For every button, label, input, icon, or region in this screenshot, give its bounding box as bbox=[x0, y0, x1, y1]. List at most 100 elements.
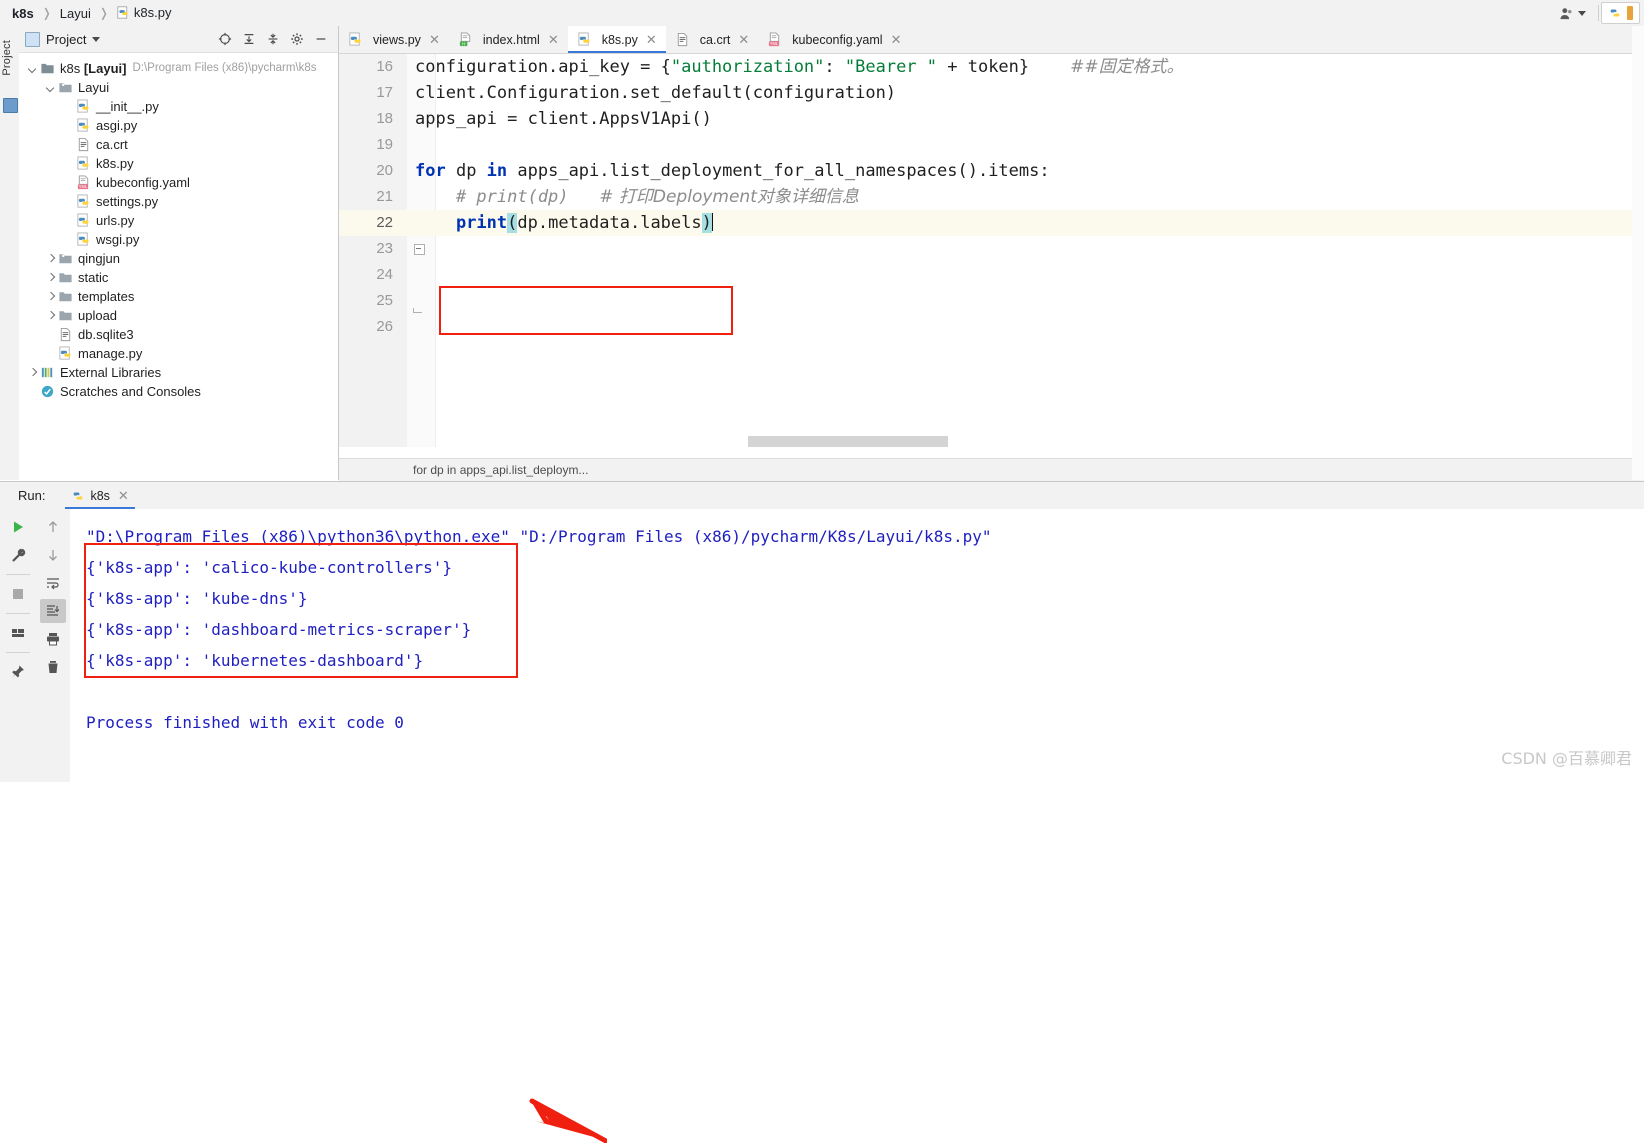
breadcrumb-item-k8s[interactable]: k8s bbox=[10, 6, 36, 21]
close-icon[interactable]: ✕ bbox=[891, 32, 902, 48]
fold-collapse-marker[interactable] bbox=[414, 244, 425, 255]
hide-icon[interactable] bbox=[314, 32, 328, 46]
code-lines: 16 configuration.api_key = {"authorizatio… bbox=[339, 54, 1644, 340]
editor-tab-index-html[interactable]: Hindex.html ✕ bbox=[449, 26, 568, 53]
code-token: configuration.api_key = { bbox=[415, 57, 671, 77]
editor-tab-k8s-py[interactable]: k8s.py ✕ bbox=[567, 26, 666, 53]
code-token: ( bbox=[507, 213, 518, 233]
tree-item-k8s-py[interactable]: k8s.py bbox=[19, 154, 338, 173]
chevron-right-icon[interactable] bbox=[45, 253, 56, 264]
locate-target-icon[interactable] bbox=[218, 32, 232, 46]
tree-item-qingjun[interactable]: qingjun bbox=[19, 249, 338, 268]
tree-item-asgi-py[interactable]: asgi.py bbox=[19, 116, 338, 135]
tree-item--init-py[interactable]: __init__.py bbox=[19, 97, 338, 116]
chevron-down-icon bbox=[1578, 10, 1586, 16]
tree-item-kubeconfig-yaml[interactable]: YML kubeconfig.yaml bbox=[19, 173, 338, 192]
editor-horizontal-scrollbar[interactable] bbox=[435, 436, 1644, 447]
layout-icon[interactable] bbox=[5, 621, 31, 645]
tree-item-manage-py[interactable]: manage.py bbox=[19, 344, 338, 363]
pin-icon[interactable] bbox=[5, 660, 31, 684]
line-number: 20 bbox=[376, 162, 393, 179]
scrollbar-thumb[interactable] bbox=[748, 436, 948, 447]
tree-item-wsgi-py[interactable]: wsgi.py bbox=[19, 230, 338, 249]
code-line-26: 26 bbox=[339, 314, 1644, 340]
tree-item-label: manage.py bbox=[78, 346, 143, 361]
close-icon[interactable]: ✕ bbox=[548, 32, 559, 48]
line-number: 24 bbox=[376, 266, 393, 283]
editor-tab-kubeconfig-yaml[interactable]: YML kubeconfig.yaml ✕ bbox=[758, 26, 910, 53]
chevron-right-icon[interactable] bbox=[45, 291, 56, 302]
line-number: 23 bbox=[376, 240, 393, 257]
code-token: # 打印Deployment对象详细信息 bbox=[599, 187, 859, 207]
code-token: print bbox=[455, 213, 508, 233]
tab-run-k8s[interactable]: k8s ✕ bbox=[65, 482, 136, 509]
user-account-button[interactable] bbox=[1549, 6, 1596, 21]
folder-module-icon bbox=[40, 61, 55, 76]
tree-item-k8s[interactable]: k8s [Layui] D:\Program Files (x86)\pychar… bbox=[19, 59, 338, 78]
console-output[interactable]: "D:\Program Files (x86)\python36\python.… bbox=[70, 509, 1644, 782]
editor-tab-ca-crt[interactable]: ca.crt ✕ bbox=[666, 26, 758, 53]
gear-icon[interactable] bbox=[290, 32, 304, 46]
project-icon bbox=[3, 98, 18, 113]
line-content: apps_api = client.AppsV1Api() bbox=[415, 106, 712, 132]
scroll-to-end-icon[interactable] bbox=[39, 599, 66, 623]
tree-item-layui[interactable]: Layui bbox=[19, 78, 338, 97]
code-line-25: 25 bbox=[339, 288, 1644, 314]
yaml-file-icon: YML bbox=[76, 175, 91, 190]
tree-item-label: k8s.py bbox=[96, 156, 134, 171]
print-icon[interactable] bbox=[40, 627, 66, 651]
pycharm-window: k8s ❭ Layui ❭ k8s.py Project Project k8s… bbox=[0, 0, 1644, 1143]
tree-item-external-libraries[interactable]: External Libraries bbox=[19, 363, 338, 382]
tree-item-upload[interactable]: upload bbox=[19, 306, 338, 325]
trash-icon[interactable] bbox=[40, 655, 66, 679]
arrow-up-icon[interactable] bbox=[40, 515, 66, 539]
chevron-right-icon[interactable] bbox=[45, 272, 56, 283]
chevron-down-icon[interactable] bbox=[45, 82, 56, 93]
wrench-settings-icon[interactable] bbox=[5, 543, 31, 567]
breadcrumb-item-layui[interactable]: Layui bbox=[58, 6, 93, 21]
chevron-down-icon[interactable] bbox=[92, 36, 101, 42]
arrow-down-icon[interactable] bbox=[40, 543, 66, 567]
run-toolbar-left-column bbox=[0, 509, 35, 782]
sidebar-item-project[interactable]: Project bbox=[1, 40, 17, 76]
chevron-down-icon[interactable] bbox=[27, 63, 38, 74]
tree-item-static[interactable]: static bbox=[19, 268, 338, 287]
tree-item-urls-py[interactable]: urls.py bbox=[19, 211, 338, 230]
editor-tab-label: ca.crt bbox=[699, 32, 731, 47]
tree-item-ca-crt[interactable]: ca.crt bbox=[19, 135, 338, 154]
collapse-all-icon[interactable] bbox=[266, 32, 280, 46]
rerun-icon[interactable] bbox=[5, 515, 31, 539]
tree-item-db-sqlite3[interactable]: db.sqlite3 bbox=[19, 325, 338, 344]
run-configuration-selector[interactable] bbox=[1601, 2, 1640, 24]
close-icon[interactable]: ✕ bbox=[118, 488, 129, 504]
chevron-right-icon[interactable] bbox=[27, 367, 38, 378]
breadcrumb-item-k8s-py[interactable]: k8s.py bbox=[115, 5, 174, 22]
tree-item-label: upload bbox=[78, 308, 118, 323]
close-icon[interactable]: ✕ bbox=[738, 32, 749, 48]
close-icon[interactable]: ✕ bbox=[646, 32, 657, 48]
code-line-18: 18 apps_api = client.AppsV1Api() bbox=[339, 106, 1644, 132]
close-icon[interactable]: ✕ bbox=[429, 32, 440, 48]
line-content: client.Configuration.set_default(configu… bbox=[415, 80, 896, 106]
code-editor[interactable]: 16 configuration.api_key = {"authorizatio… bbox=[339, 54, 1644, 481]
tree-item-templates[interactable]: templates bbox=[19, 287, 338, 306]
tree-item-scratches-and-consoles[interactable]: Scratches and Consoles bbox=[19, 382, 338, 401]
chevron-right-icon[interactable] bbox=[45, 310, 56, 321]
divider bbox=[1598, 5, 1599, 21]
run-panel-header: Run: k8s ✕ bbox=[0, 482, 1644, 510]
editor-tab-views-py[interactable]: views.py ✕ bbox=[339, 26, 449, 53]
line-number: 17 bbox=[376, 84, 393, 101]
stop-icon[interactable] bbox=[5, 582, 31, 606]
soft-wrap-icon[interactable] bbox=[40, 571, 66, 595]
editor-vertical-scrollbar[interactable] bbox=[1632, 26, 1644, 480]
expand-all-icon[interactable] bbox=[242, 32, 256, 46]
tree-item-settings-py[interactable]: settings.py bbox=[19, 192, 338, 211]
left-tool-window-strip: Project bbox=[0, 26, 20, 480]
line-content: # print(dp) # 打印Deployment对象详细信息 bbox=[415, 184, 859, 210]
